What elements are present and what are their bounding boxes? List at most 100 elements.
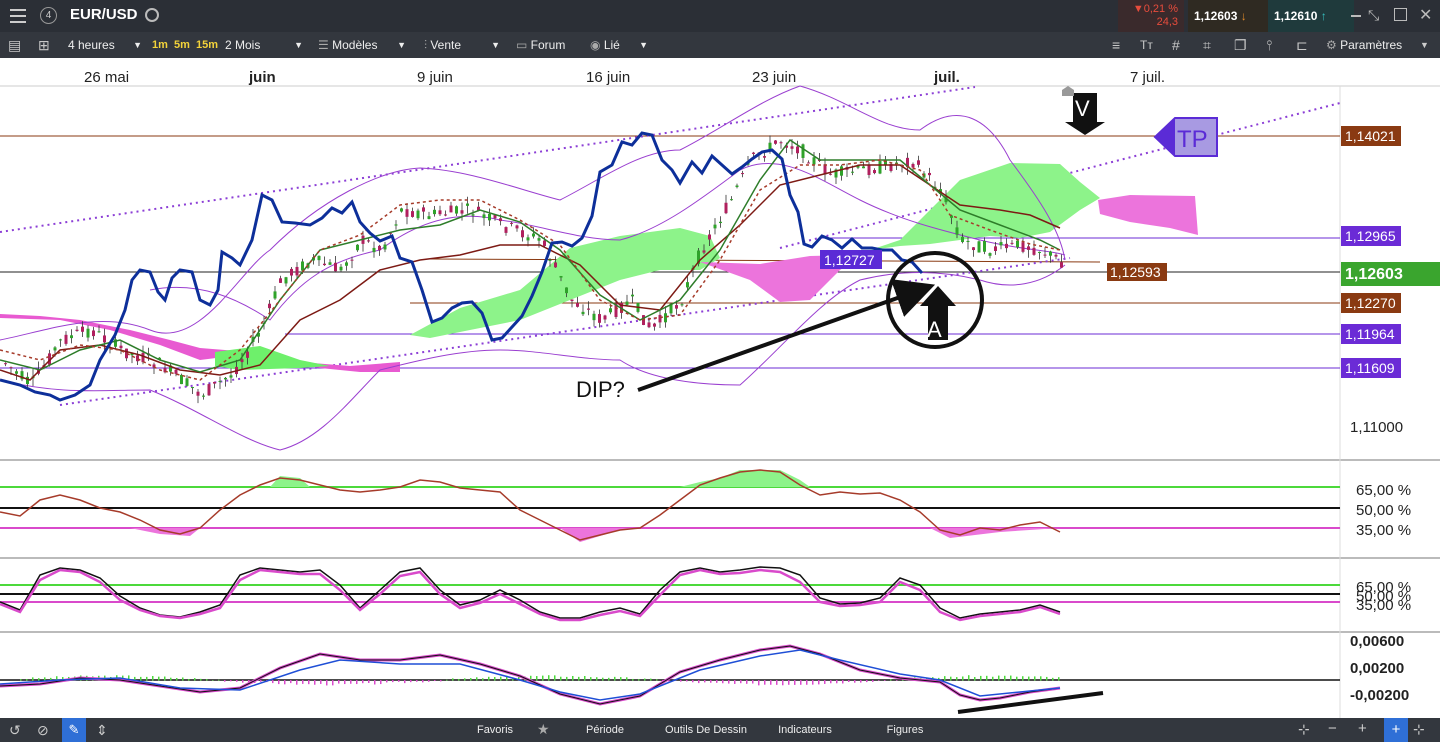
- candle-body: [526, 237, 530, 241]
- price-tag: 1,12603: [1345, 266, 1403, 283]
- close-icon[interactable]: ✕: [1419, 5, 1432, 25]
- macd-bar: [680, 680, 682, 682]
- linked-button[interactable]: ◉ Lié ▼: [590, 32, 648, 58]
- reset-icon[interactable]: ↺: [9, 722, 21, 739]
- candle-body: [658, 314, 662, 323]
- candle-icon[interactable]: ⫯: [1266, 32, 1272, 58]
- candle-body: [444, 214, 447, 216]
- windows-icon[interactable]: ❐: [1234, 32, 1247, 58]
- macd-bar: [986, 675, 988, 681]
- minimize-icon[interactable]: [1351, 15, 1361, 17]
- annotation-dip: DIP?: [576, 377, 625, 402]
- ask-price[interactable]: 1,12610 ↑: [1268, 0, 1354, 32]
- chevron-down-icon: ▼: [639, 40, 648, 50]
- no-icon[interactable]: ⊘: [37, 722, 49, 739]
- bid-price[interactable]: 1,12603 ↓: [1188, 0, 1274, 32]
- popout-icon[interactable]: [1394, 8, 1407, 21]
- tf-5m-button[interactable]: 5m: [174, 32, 190, 58]
- zoom-in-icon[interactable]: +: [1358, 720, 1367, 737]
- candle-body: [53, 347, 57, 351]
- sell-button[interactable]: ⫶ Vente ▼: [424, 32, 500, 58]
- drawing-tools-button[interactable]: Outils De Dessin: [658, 718, 754, 742]
- candle-body: [416, 210, 420, 219]
- collapse-icon[interactable]: ⤡: [1368, 7, 1379, 24]
- crosshair-add-icon[interactable]: ⊹: [1298, 721, 1310, 738]
- candle-body: [609, 308, 612, 313]
- figures-button[interactable]: Figures: [870, 718, 940, 742]
- macd-bar: [542, 675, 544, 681]
- tag-icon[interactable]: ⊏: [1296, 32, 1308, 58]
- menu-icon[interactable]: [10, 9, 26, 23]
- candle-body: [675, 305, 678, 309]
- price-chart[interactable]: 26 mai juin 9 juin 16 juin 23 juin juil.…: [0, 58, 1440, 718]
- candle-body: [103, 335, 106, 343]
- candle-body: [598, 314, 601, 323]
- pencil-icon[interactable]: ✎: [62, 718, 86, 742]
- tf-15m-button[interactable]: 15m: [196, 32, 218, 58]
- zoom-out-icon[interactable]: −: [1328, 720, 1337, 737]
- candle-body: [537, 238, 541, 241]
- forum-button[interactable]: ▭ Forum: [516, 32, 565, 58]
- candle-body: [92, 330, 95, 337]
- macd-bar: [236, 680, 238, 682]
- candle-body: [246, 351, 249, 358]
- layout-icon[interactable]: ▤: [8, 32, 21, 58]
- star-icon[interactable]: ★: [537, 721, 550, 738]
- models-button[interactable]: ☰ Modèles ▼: [318, 32, 406, 58]
- candle-body: [735, 185, 739, 188]
- symbol-label[interactable]: EUR/USD: [70, 6, 138, 23]
- candle-body: [295, 266, 299, 276]
- rsi-pane: 65,00 % 50,00 % 35,00 %: [0, 469, 1411, 542]
- candle-body: [686, 282, 689, 288]
- macd-bar: [1022, 676, 1024, 681]
- macd-bar: [1010, 675, 1012, 681]
- candle-body: [471, 214, 475, 216]
- candle-body: [411, 211, 414, 217]
- expand-icon[interactable]: ⊹: [1413, 721, 1425, 738]
- indicators-button[interactable]: Indicateurs: [766, 718, 844, 742]
- candle-body: [565, 287, 568, 294]
- macd-bar: [194, 678, 196, 681]
- tab-badge[interactable]: 4: [40, 7, 57, 24]
- macd-bar: [548, 675, 550, 681]
- macd-bar: [476, 677, 478, 681]
- timeframe-select[interactable]: 4 heures ▼: [68, 32, 144, 58]
- grid-icon[interactable]: ⊞: [38, 32, 50, 58]
- macd-bar: [782, 680, 784, 686]
- move-icon[interactable]: ⇕: [96, 722, 108, 739]
- range-select[interactable]: 2 Mois ▼: [225, 32, 305, 58]
- settings-button[interactable]: ⚙ Paramètres: [1326, 32, 1402, 58]
- candle-body: [15, 371, 18, 374]
- crosshair-grid-icon[interactable]: #: [1172, 32, 1180, 58]
- candle-body: [1005, 243, 1008, 249]
- macd-bar: [302, 680, 304, 684]
- macd-bar: [734, 680, 736, 684]
- macd-bar: [428, 680, 430, 682]
- sell-label: Vente: [430, 38, 462, 52]
- candle-body: [185, 378, 189, 386]
- chevron-down-icon[interactable]: ▼: [1420, 32, 1429, 58]
- candle-body: [774, 140, 777, 144]
- macd-bar: [776, 680, 778, 685]
- crosshair-icon[interactable]: +: [1384, 718, 1408, 742]
- macd-bar: [188, 679, 190, 681]
- rsi-y-tick: 50,00 %: [1356, 502, 1411, 519]
- macd-bar: [998, 675, 1000, 681]
- arrow-down-icon: ↓: [1237, 9, 1247, 23]
- text-size-icon[interactable]: Tт: [1140, 32, 1153, 58]
- period-button[interactable]: Période: [570, 718, 640, 742]
- tf-1m-button[interactable]: 1m: [152, 32, 168, 58]
- candle-body: [191, 387, 194, 389]
- macd-bar: [1040, 676, 1042, 681]
- macd-bar: [164, 676, 166, 681]
- favorites-button[interactable]: Favoris: [460, 718, 530, 742]
- macd-bar: [314, 680, 316, 685]
- search-icon[interactable]: [145, 8, 159, 22]
- bottom-bar: ↺ ⊘ ✎ ⇕ Favoris ★ Période Outils De Dess…: [0, 718, 1440, 742]
- candle-body: [532, 233, 535, 237]
- drawing-grid-icon[interactable]: ⌗: [1203, 32, 1211, 58]
- candle-body: [713, 224, 717, 229]
- change-pts: 24,3: [1156, 16, 1178, 28]
- list-icon[interactable]: ≡: [1112, 32, 1120, 58]
- macd-bar: [878, 680, 880, 681]
